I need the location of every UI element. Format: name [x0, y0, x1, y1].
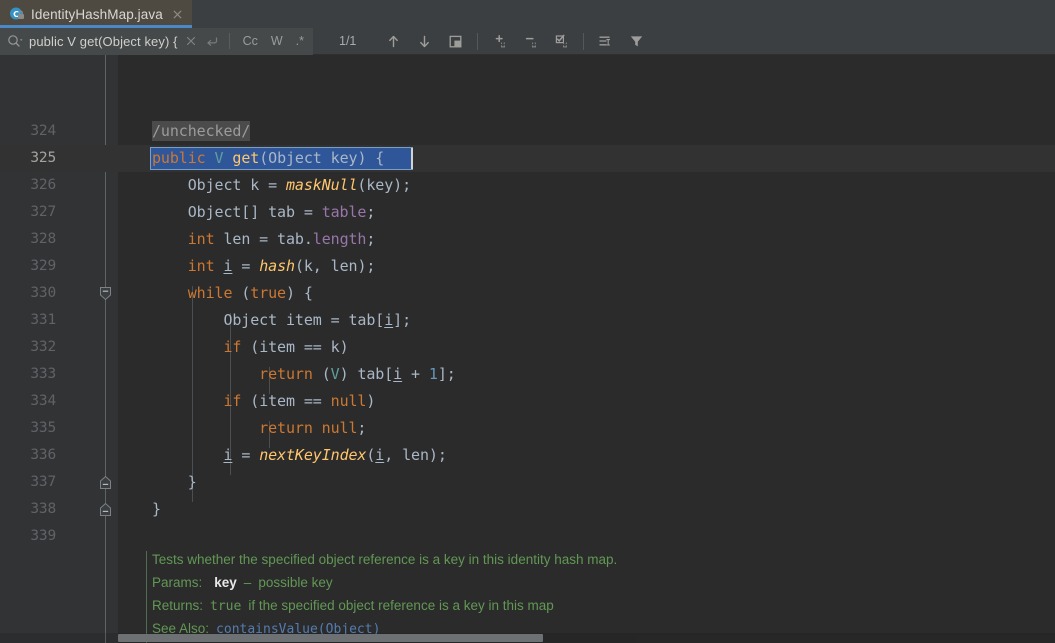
editor-tab-title: IdentityHashMap.java	[31, 6, 163, 22]
toolbar-divider	[228, 33, 230, 49]
regex-toggle[interactable]: .*	[292, 35, 308, 48]
javadoc-params-row: Params: key – possible key	[152, 571, 852, 594]
brace: }	[152, 500, 161, 518]
code-line-row[interactable]: 332 if (item == k)	[0, 334, 1055, 361]
line-number: 333	[30, 366, 56, 382]
javadoc-param-desc: possible key	[258, 575, 333, 590]
code-line-row[interactable]: 325 public V get(Object key) {	[0, 145, 1055, 172]
search-input-container[interactable]: public V get(Object key) { Cc W .*	[0, 27, 313, 55]
ide-editor-window: C IdentityHashMap.java public V get(Obje…	[0, 0, 1055, 643]
filter-icon[interactable]	[628, 33, 645, 50]
line-number: 337	[30, 474, 56, 490]
code-line-row[interactable]: 333 return (V) tab[i + 1];	[0, 361, 1055, 388]
code-line-content[interactable]: if (item == k)	[152, 334, 348, 361]
javadoc-returns-row: Returns: true if the specified object refe…	[152, 594, 852, 617]
code-line-content[interactable]: int i = hash(k, len);	[152, 253, 376, 280]
open-in-find-window-icon[interactable]	[597, 33, 614, 50]
code-line-row[interactable]: 324 /unchecked/	[0, 118, 1055, 145]
editor-tab-identityhashmap[interactable]: C IdentityHashMap.java	[0, 0, 192, 28]
brace: }	[187, 473, 197, 491]
match-case-toggle[interactable]: Cc	[239, 35, 262, 48]
code-line-row[interactable]: 337 }	[0, 469, 1055, 496]
words-toggle[interactable]: W	[267, 35, 287, 48]
unchecked-comment: /unchecked/	[152, 121, 251, 141]
javadoc-param-dash: –	[243, 575, 252, 590]
new-line-icon[interactable]	[204, 33, 220, 49]
line-number: 327	[30, 204, 56, 220]
code-line-content[interactable]: }	[152, 469, 197, 496]
code-line-row[interactable]: 335 return null;	[0, 415, 1055, 442]
tab-bar-empty-area	[192, 0, 1055, 28]
toolbar-divider	[477, 32, 479, 50]
line-number: 332	[30, 339, 56, 355]
editor-tab-bar: C IdentityHashMap.java	[0, 0, 1055, 28]
match-count-label: 1/1	[339, 34, 357, 48]
code-line-content[interactable]: while (true) {	[152, 280, 313, 307]
remove-occurrence-icon[interactable]	[522, 33, 539, 50]
code-line-content[interactable]: /unchecked/	[152, 118, 250, 145]
line-number: 330	[30, 285, 56, 301]
javadoc-left-border	[146, 551, 147, 643]
line-number: 338	[30, 501, 56, 517]
search-icon[interactable]	[7, 34, 24, 48]
line-number: 336	[30, 447, 56, 463]
code-line-row[interactable]: 334 if (item == null)	[0, 388, 1055, 415]
code-line-content[interactable]: public V get(Object key) {	[152, 145, 384, 172]
close-icon[interactable]	[171, 8, 184, 21]
horizontal-scrollbar-thumb[interactable]	[118, 634, 543, 642]
javadoc-params-label: Params:	[152, 575, 203, 590]
code-line-content[interactable]: Object[] tab = table;	[152, 199, 376, 226]
code-editor[interactable]: 324 /unchecked/ 325 public V get(Object …	[0, 55, 1055, 643]
code-line-content[interactable]: if (item == null)	[152, 388, 375, 415]
javadoc-description: Tests whether the specified object refer…	[152, 552, 618, 567]
code-line-content[interactable]: return null;	[152, 415, 366, 442]
code-line-row[interactable]: 331 Object item = tab[i];	[0, 307, 1055, 334]
code-line-content[interactable]: i = nextKeyIndex(i, len);	[152, 442, 446, 469]
code-line-content[interactable]: int len = tab.length;	[152, 226, 376, 253]
text-caret	[411, 148, 413, 169]
code-line-row[interactable]: 338 }	[0, 496, 1055, 523]
add-occurrence-icon[interactable]	[491, 33, 508, 50]
javadoc-returns-desc: if the specified object reference is a k…	[248, 598, 554, 613]
line-number: 334	[30, 393, 56, 409]
horizontal-scrollbar[interactable]	[0, 633, 1055, 643]
javadoc-returns-literal: true	[210, 599, 242, 614]
code-line-row[interactable]: 329 int i = hash(k, len);	[0, 253, 1055, 280]
code-line-content[interactable]: return (V) tab[i + 1];	[152, 361, 456, 388]
code-line-content[interactable]: Object item = tab[i];	[152, 307, 411, 334]
select-all-occurrences-icon[interactable]	[447, 33, 464, 50]
clear-search-icon[interactable]	[183, 33, 199, 49]
code-line-row[interactable]: 328 int len = tab.length;	[0, 226, 1055, 253]
line-number: 329	[30, 258, 56, 274]
javadoc-returns-label: Returns:	[152, 598, 204, 613]
line-number: 325	[30, 150, 56, 166]
previous-occurrence-icon[interactable]	[385, 33, 402, 50]
rendered-javadoc[interactable]: Tests whether the specified object refer…	[146, 548, 852, 643]
line-number: 335	[30, 420, 56, 436]
next-occurrence-icon[interactable]	[416, 33, 433, 50]
java-class-readonly-icon: C	[9, 6, 25, 22]
javadoc-param-name: key	[214, 575, 237, 590]
code-line-row[interactable]: 326 Object k = maskNull(key);	[0, 172, 1055, 199]
search-input[interactable]: public V get(Object key) {	[29, 34, 178, 49]
code-line-row[interactable]: 339	[0, 523, 1055, 550]
line-number: 326	[30, 177, 56, 193]
code-line-row[interactable]: 327 Object[] tab = table;	[0, 199, 1055, 226]
toolbar-divider	[583, 32, 585, 50]
line-number: 324	[30, 123, 56, 139]
code-line-row[interactable]: 336 i = nextKeyIndex(i, len);	[0, 442, 1055, 469]
line-number: 331	[30, 312, 56, 328]
line-number: 339	[30, 528, 56, 544]
line-number: 328	[30, 231, 56, 247]
find-toolbar: public V get(Object key) { Cc W .* 1/1	[0, 27, 1055, 55]
code-line-content[interactable]: Object k = maskNull(key);	[152, 172, 411, 199]
select-all-lines-icon[interactable]	[553, 33, 570, 50]
code-line-content[interactable]: }	[152, 496, 161, 523]
code-line-row[interactable]: 330 while (true) {	[0, 280, 1055, 307]
